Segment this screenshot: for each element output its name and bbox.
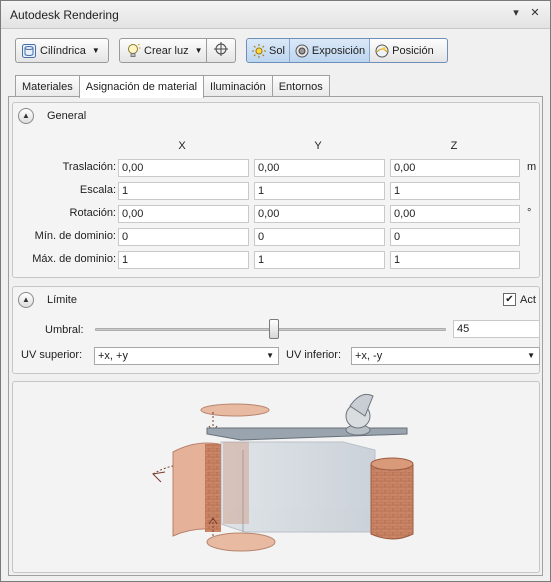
sun-label: Sol <box>269 44 285 57</box>
sun-icon <box>251 43 267 59</box>
tab-materials[interactable]: Materiales <box>15 75 80 97</box>
translation-z-field[interactable]: 0,00 <box>390 159 520 177</box>
general-title: General <box>47 110 87 122</box>
close-icon[interactable]: ✕ <box>528 6 542 20</box>
cylindrical-mapping-preview-image <box>151 393 414 552</box>
uv-top-value: +x, +y <box>98 350 128 362</box>
domain-max-y-field[interactable]: 1 <box>254 251 385 269</box>
chevron-down-icon: ▼ <box>527 351 535 360</box>
top-cap-disc <box>200 403 270 417</box>
collapse-up-icon[interactable]: ▲ <box>18 108 34 124</box>
exposure-icon <box>294 43 310 59</box>
rotation-label: Rotación: <box>69 207 116 219</box>
create-light-label: Crear luz <box>144 44 189 57</box>
position-toggle[interactable]: Posición <box>370 39 438 62</box>
column-header-z: Z <box>450 140 458 152</box>
domain-min-label: Mín. de dominio: <box>34 230 116 242</box>
uv-bottom-value: +x, -y <box>355 350 383 362</box>
general-panel: ▲ General X Y Z Traslación: 0,00 0,00 0,… <box>12 102 540 278</box>
act-checkbox[interactable]: ✔ <box>503 293 516 306</box>
scale-x-field[interactable]: 1 <box>118 182 249 200</box>
cylinder-mapping-icon <box>21 43 37 59</box>
position-icon <box>374 43 390 59</box>
rotation-y-field[interactable]: 0,00 <box>254 205 385 223</box>
scale-label: Escala: <box>79 184 116 196</box>
sun-toggle[interactable]: Sol <box>247 39 290 62</box>
scale-y-field[interactable]: 1 <box>254 182 385 200</box>
tab-lighting[interactable]: Iluminación <box>203 75 273 97</box>
light-bulb-icon <box>125 43 141 59</box>
limit-panel: ▲ Límite ✔ Act Umbral: 45 UV superior: +… <box>12 286 540 374</box>
uv-bottom-select[interactable]: +x, -y ▼ <box>351 347 540 365</box>
bottom-cap-disc <box>206 532 276 552</box>
create-light-button[interactable]: Crear luz ▼ <box>119 38 207 63</box>
translation-x-field[interactable]: 0,00 <box>118 159 249 177</box>
chevron-down-icon: ▼ <box>91 46 100 55</box>
domain-min-x-field[interactable]: 0 <box>118 228 249 246</box>
column-header-y: Y <box>314 140 322 152</box>
domain-min-y-field[interactable]: 0 <box>254 228 385 246</box>
domain-max-z-field[interactable]: 1 <box>390 251 520 269</box>
sun-exposure-position-group: Sol Exposición Posición <box>246 38 448 63</box>
domain-min-z-field[interactable]: 0 <box>390 228 520 246</box>
uv-top-label: UV superior: <box>21 349 83 361</box>
right-brick-cylinder <box>370 458 414 540</box>
general-panel-header: ▲ General <box>13 103 539 129</box>
tab-content: ▲ General X Y Z Traslación: 0,00 0,00 0,… <box>8 96 543 576</box>
rotation-unit: ° <box>527 207 532 219</box>
act-label: Act <box>520 294 536 306</box>
rotation-x-field[interactable]: 0,00 <box>118 205 249 223</box>
column-header-x: X <box>178 140 186 152</box>
rotation-z-field[interactable]: 0,00 <box>390 205 520 223</box>
crosshair-icon <box>213 41 229 60</box>
uv-bottom-label: UV inferior: <box>286 349 342 361</box>
tab-strip: Materiales Asignación de material Ilumin… <box>15 75 330 98</box>
translation-unit: m <box>527 161 537 173</box>
domain-max-x-field[interactable]: 1 <box>118 251 249 269</box>
mapping-label: Cilíndrica <box>40 44 86 57</box>
top-plate <box>206 427 408 441</box>
threshold-value-field[interactable]: 45 <box>453 320 540 338</box>
window-title: Autodesk Rendering <box>10 8 119 22</box>
pin-icon[interactable]: ▾ <box>509 6 523 20</box>
chevron-down-icon: ▼ <box>266 351 274 360</box>
limit-title: Límite <box>47 294 77 306</box>
tab-environments[interactable]: Entornos <box>271 75 330 97</box>
mapping-dropdown-button[interactable]: Cilíndrica ▼ <box>15 38 109 63</box>
position-label: Posición <box>392 44 434 57</box>
exposure-toggle[interactable]: Exposición <box>289 39 371 62</box>
domain-max-label: Máx. de dominio: <box>32 253 116 265</box>
exposure-label: Exposición <box>311 44 366 57</box>
autodesk-rendering-window: Autodesk Rendering ▾ ✕ Cilíndrica ▼ Crea… <box>0 0 551 582</box>
translation-y-field[interactable]: 0,00 <box>254 159 385 177</box>
chevron-down-icon: ▼ <box>194 46 203 55</box>
title-bar: Autodesk Rendering ▾ ✕ <box>1 1 550 29</box>
threshold-slider-thumb[interactable] <box>269 319 279 339</box>
limit-panel-header: ▲ Límite ✔ Act <box>13 287 539 313</box>
toolbar: Cilíndrica ▼ Crear luz ▼ Sol Exposición … <box>1 30 550 74</box>
light-target-button[interactable] <box>206 38 236 63</box>
scale-z-field[interactable]: 1 <box>390 182 520 200</box>
mapping-preview <box>12 381 540 573</box>
uv-top-select[interactable]: +x, +y ▼ <box>94 347 279 365</box>
tab-material-mapping[interactable]: Asignación de material <box>78 75 205 98</box>
threshold-label: Umbral: <box>45 324 84 336</box>
translation-label: Traslación: <box>62 161 116 173</box>
collapse-up-icon[interactable]: ▲ <box>18 292 34 308</box>
